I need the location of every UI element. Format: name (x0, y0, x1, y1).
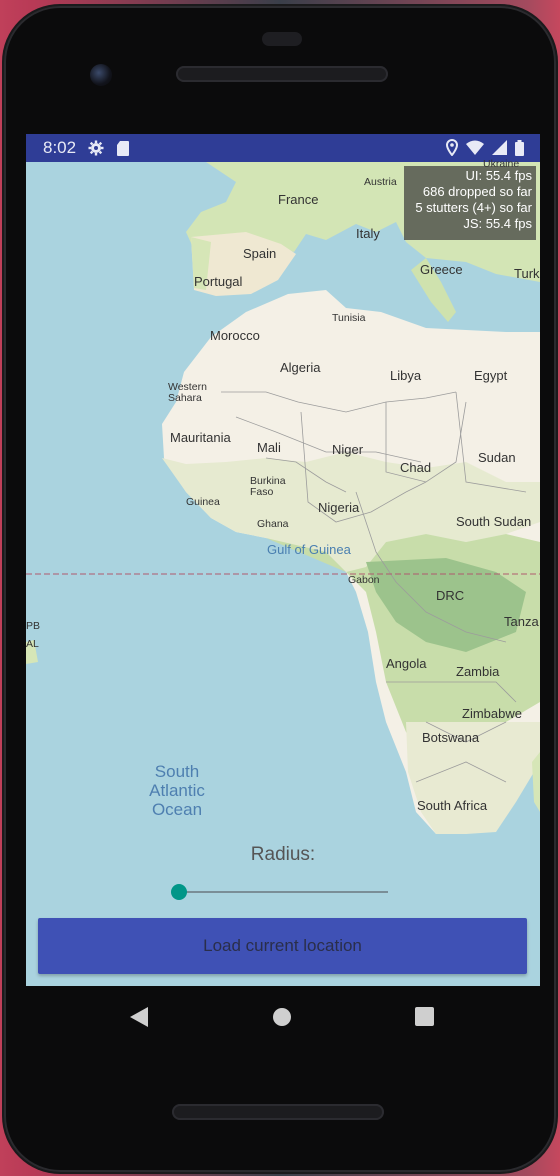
slider-thumb[interactable] (171, 884, 187, 900)
label-tunisia: Tunisia (332, 312, 366, 324)
recents-icon[interactable] (415, 1007, 434, 1026)
label-south-atlantic-ocean: South Atlantic Ocean (149, 762, 205, 819)
slider-track[interactable] (180, 891, 388, 893)
perf-js-fps: JS: 55.4 fps (463, 216, 532, 231)
label-gulf-of-guinea: Gulf of Guinea (267, 542, 351, 557)
label-turkey: Turk (514, 266, 540, 281)
label-italy: Italy (356, 226, 380, 241)
label-france: France (278, 192, 319, 207)
label-austria: Austria (364, 176, 397, 188)
label-niger: Niger (332, 442, 364, 457)
load-current-location-button[interactable]: Load current location (38, 918, 527, 974)
sd-card-icon (116, 140, 132, 156)
wifi-icon (466, 140, 484, 160)
label-guinea: Guinea (186, 496, 220, 508)
signal-icon (492, 140, 507, 160)
android-nav-bar (26, 986, 540, 1046)
label-nigeria: Nigeria (318, 500, 360, 515)
label-ghana: Ghana (257, 518, 289, 530)
label-portugal: Portugal (194, 274, 243, 289)
label-angola: Angola (386, 656, 427, 671)
label-zambia: Zambia (456, 664, 500, 679)
front-camera (90, 64, 112, 86)
status-time: 8:02 (43, 138, 77, 157)
perf-stutters: 5 stutters (4+) so far (415, 200, 532, 215)
device-screen: 8:02 Ukraine Austria France Italy Spain … (26, 134, 540, 986)
label-libya: Libya (390, 368, 422, 383)
perf-dropped: 686 dropped so far (422, 184, 532, 199)
label-egypt: Egypt (474, 368, 508, 383)
radius-slider[interactable] (171, 882, 388, 902)
label-spain: Spain (243, 246, 277, 261)
radius-label: Radius: (250, 844, 316, 865)
label-south-sudan: South Sudan (456, 514, 532, 529)
label-tanzania: Tanza (504, 614, 539, 629)
perf-monitor-overlay: UI: 55.4 fps 686 dropped so far 5 stutte… (404, 166, 536, 240)
label-gabon: Gabon (348, 574, 380, 586)
perf-ui-fps: UI: 55.4 fps (465, 168, 532, 183)
label-algeria: Algeria (280, 360, 321, 375)
status-bar: 8:02 (26, 134, 540, 162)
label-pb: PB (26, 620, 41, 632)
label-chad: Chad (400, 460, 432, 475)
label-burkina-faso: Burkina Faso (250, 475, 286, 498)
earpiece (262, 32, 302, 46)
label-mali: Mali (257, 440, 281, 455)
label-greece: Greece (420, 262, 463, 277)
gear-icon (88, 140, 104, 156)
label-sudan: Sudan (478, 450, 516, 465)
label-western-sahara: Western Sahara (168, 381, 207, 404)
label-zimbabwe: Zimbabwe (462, 706, 522, 721)
label-morocco: Morocco (210, 328, 260, 343)
label-botswana: Botswana (422, 730, 480, 745)
label-al: AL (26, 638, 39, 650)
label-south-africa: South Africa (417, 798, 488, 813)
label-drc: DRC (436, 588, 465, 603)
back-icon[interactable] (129, 1006, 149, 1033)
label-mauritania: Mauritania (170, 430, 231, 445)
top-speaker (176, 66, 388, 82)
location-pin-icon (445, 138, 459, 161)
bottom-speaker (172, 1104, 384, 1120)
home-icon[interactable] (273, 1008, 291, 1026)
